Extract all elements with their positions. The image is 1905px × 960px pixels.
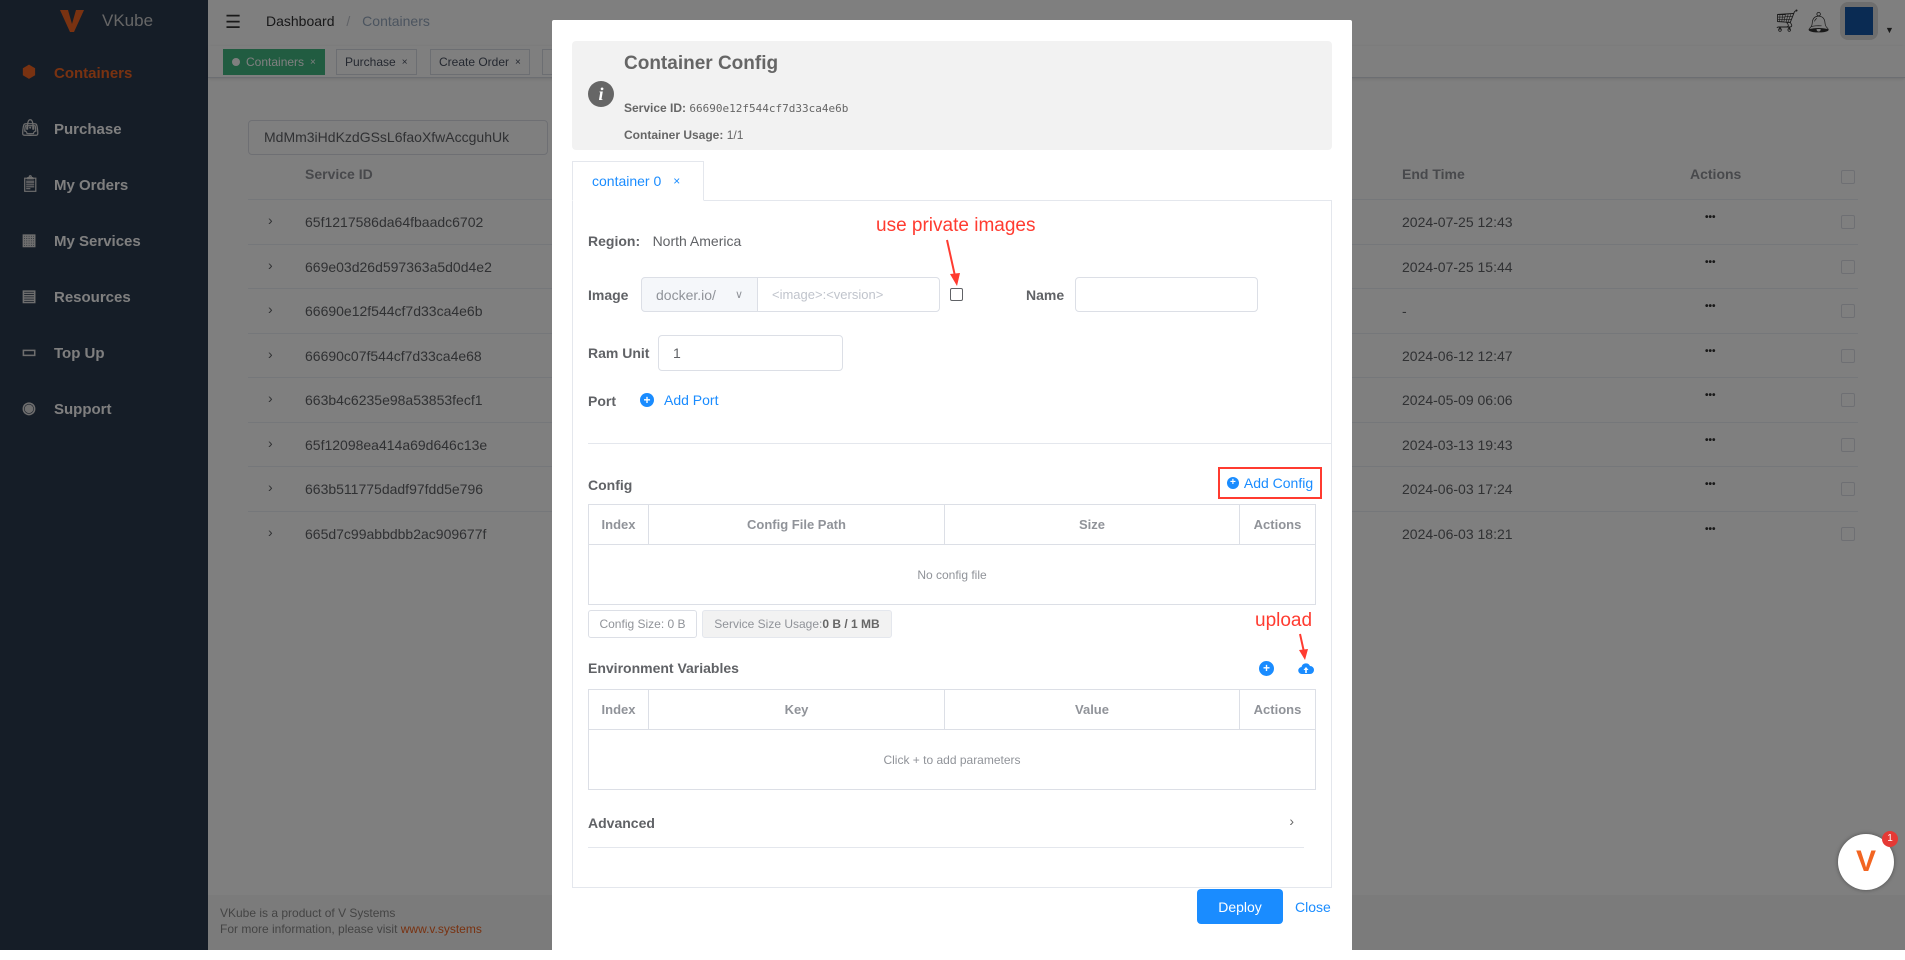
add-config-button[interactable]: + Add Config	[1218, 467, 1322, 499]
notification-badge: 1	[1882, 831, 1898, 847]
port-label: Port	[588, 393, 616, 409]
private-image-checkbox[interactable]	[950, 288, 963, 301]
image-label: Image	[588, 287, 629, 303]
upload-cloud-icon[interactable]	[1298, 660, 1314, 676]
close-button[interactable]: Close	[1295, 899, 1331, 915]
env-table: Index Key Value Actions Click + to add para…	[588, 689, 1316, 790]
tab-container-0[interactable]: container 0 ×	[572, 161, 704, 201]
close-icon: ×	[673, 174, 681, 188]
region-label: Region:	[588, 233, 641, 249]
add-env-button[interactable]: +	[1259, 661, 1274, 676]
service-id-label: Service ID:	[624, 101, 687, 115]
usage-value: 1/1	[726, 128, 744, 142]
annotation-arrow-icon	[946, 239, 960, 286]
info-icon: i	[588, 81, 614, 107]
annotation-private-images: use private images	[876, 215, 1036, 236]
registry-select[interactable]: docker.io/∨	[641, 277, 758, 312]
config-size-badge: Config Size: 0 B	[588, 610, 697, 638]
chevron-right-icon: ›	[1289, 813, 1294, 829]
modal-title: Container Config	[624, 53, 779, 74]
divider	[588, 443, 1332, 444]
deploy-button[interactable]: Deploy	[1197, 889, 1283, 924]
container-config-modal: i Container Config Service ID: 66690e12f…	[552, 20, 1352, 960]
ram-unit-input[interactable]: 1	[658, 335, 843, 371]
config-table: Index Config File Path Size Actions No conf…	[588, 504, 1316, 605]
service-size-usage-badge: Service Size Usage: 0 B / 1 MB	[702, 610, 892, 638]
plus-circle-icon: +	[1226, 477, 1239, 489]
advanced-collapse[interactable]: Advanced ›	[588, 813, 1304, 848]
usage-label: Container Usage:	[624, 128, 724, 142]
name-input[interactable]	[1075, 277, 1258, 312]
service-id-value: 66690e12f544cf7d33ca4e6b	[689, 102, 849, 115]
name-label: Name	[1026, 287, 1065, 303]
info-box: i Container Config Service ID: 66690e12f…	[572, 41, 1332, 150]
add-port-button[interactable]: + Add Port	[640, 392, 718, 408]
region-value: North America	[652, 233, 742, 249]
env-vars-label: Environment Variables	[588, 660, 739, 676]
env-empty-text: Click + to add parameters	[883, 752, 1021, 767]
config-empty-text: No config file	[917, 567, 987, 582]
plus-circle-icon: +	[640, 393, 654, 407]
config-label: Config	[588, 477, 633, 493]
advanced-label: Advanced	[588, 815, 655, 831]
chevron-down-icon: ∨	[734, 289, 743, 301]
annotation-arrow-icon	[1299, 633, 1308, 660]
ram-unit-label: Ram Unit	[588, 345, 650, 361]
image-input[interactable]: <image>:<version>	[757, 277, 940, 312]
annotation-upload: upload	[1255, 610, 1313, 631]
